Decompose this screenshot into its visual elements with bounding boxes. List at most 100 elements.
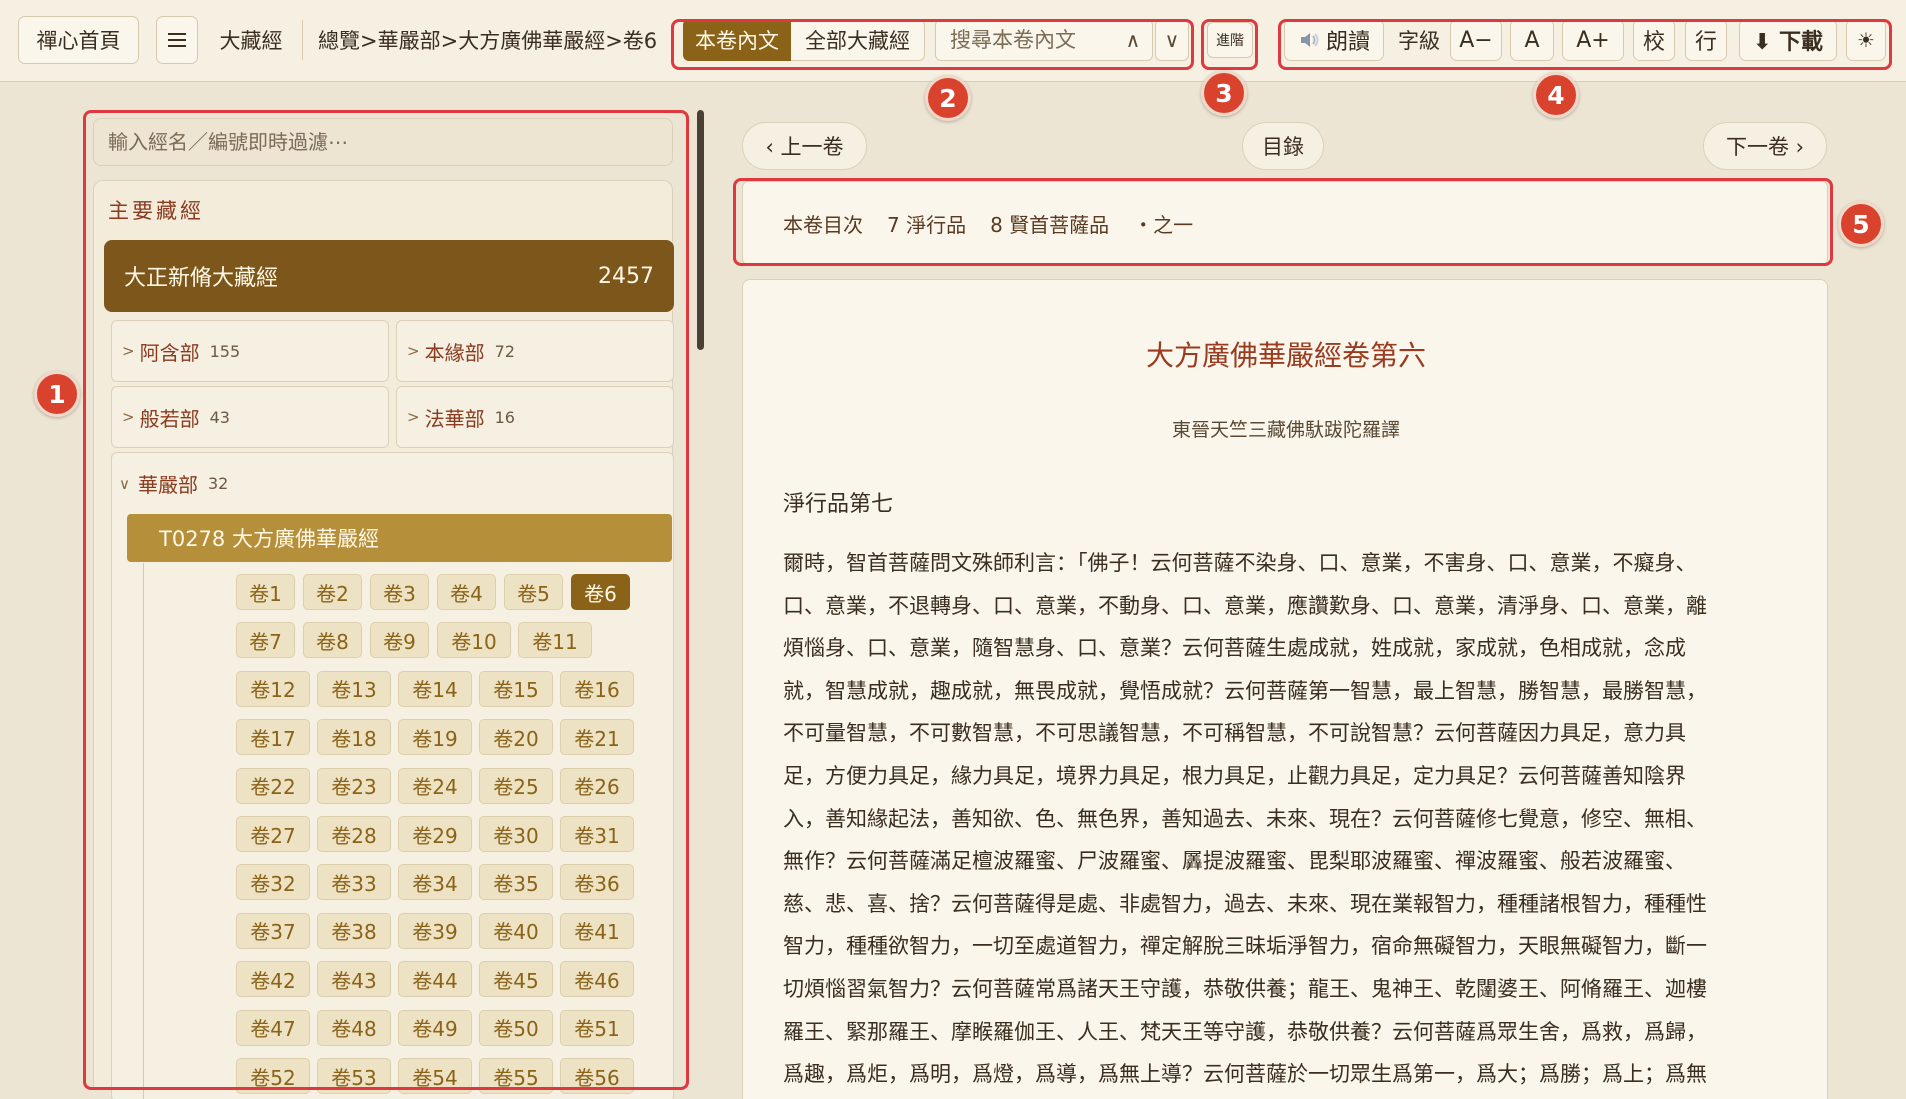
prev-volume-button[interactable]: ‹ 上一卷	[742, 122, 867, 170]
toc-button[interactable]: 目錄	[1242, 122, 1324, 170]
volume-button[interactable]: 卷9	[370, 622, 429, 659]
annotation-badge: 4	[1533, 72, 1579, 118]
volume-button[interactable]: 卷38	[317, 912, 391, 949]
volume-button[interactable]: 卷32	[236, 864, 310, 901]
line-mode-button[interactable]: 行	[1685, 19, 1727, 61]
volume-button[interactable]: 卷5	[504, 574, 563, 610]
scope-all-canon-tab[interactable]: 全部大藏經	[791, 19, 925, 61]
volume-button[interactable]: 卷46	[560, 961, 634, 998]
read-aloud-label: 朗讀	[1325, 30, 1370, 55]
canon-name: 大正新脩大藏經	[124, 266, 279, 291]
volume-button[interactable]: 卷7	[236, 622, 295, 659]
canon-title[interactable]: 大藏經	[215, 16, 287, 64]
search-input[interactable]	[950, 28, 1130, 52]
volume-button[interactable]: 卷53	[317, 1058, 391, 1094]
text-line: 爾時，智首菩薩問文殊師利言：「佛子！云何菩薩不染身、口、意業，不害身、口、意業，…	[783, 551, 1697, 575]
font-larger-button[interactable]: A+	[1562, 19, 1624, 61]
volume-button[interactable]: 卷15	[479, 670, 553, 707]
toc-item-xianshou[interactable]: 8 賢首菩薩品	[990, 209, 1109, 238]
advanced-search-button[interactable]: 進階	[1207, 22, 1253, 58]
translator-line: 東晉天竺三藏佛馱跋陀羅譯	[1171, 419, 1400, 441]
volume-button[interactable]: 卷36	[560, 864, 634, 901]
volume-button[interactable]: 卷55	[479, 1058, 553, 1094]
next-volume-button[interactable]: 下一卷 ›	[1703, 122, 1827, 170]
sutra-item-t0278[interactable]: T0278 大方廣佛華嚴經	[127, 514, 672, 562]
volume-button[interactable]: 卷30	[479, 816, 553, 852]
volume-button[interactable]: 卷1	[236, 574, 295, 610]
category-avatamsaka[interactable]: ∨ 華嚴部 32	[119, 469, 228, 498]
volume-button[interactable]: 卷22	[236, 767, 310, 804]
volume-button[interactable]: 卷16	[560, 670, 634, 707]
category-jataka[interactable]: > 本緣部 72	[396, 320, 674, 382]
section-title: 主要藏經	[108, 199, 204, 223]
volume-button[interactable]: 卷2	[303, 574, 362, 610]
volume-button[interactable]: 卷41	[560, 912, 634, 949]
category-prajna[interactable]: > 般若部 43	[111, 386, 389, 448]
volume-button[interactable]: 卷6	[571, 574, 630, 610]
volume-button[interactable]: 卷33	[317, 864, 391, 901]
category-lotus[interactable]: > 法華部 16	[396, 386, 674, 448]
font-smaller-button[interactable]: A−	[1450, 19, 1502, 61]
volume-button[interactable]: 卷19	[398, 719, 472, 756]
prev-match-button[interactable]: ∧	[1116, 19, 1150, 61]
volume-button[interactable]: 卷35	[479, 864, 553, 901]
volume-button[interactable]: 卷49	[398, 1009, 472, 1046]
canon-item-taisho[interactable]: 大正新脩大藏經 2457	[104, 240, 674, 312]
volume-button[interactable]: 卷45	[479, 961, 553, 998]
volume-button[interactable]: 卷28	[317, 816, 391, 852]
volume-button[interactable]: 卷34	[398, 864, 472, 901]
volume-button[interactable]: 卷24	[398, 767, 472, 804]
volume-button[interactable]: 卷27	[236, 816, 310, 852]
volume-button[interactable]: 卷50	[479, 1009, 553, 1046]
volume-button[interactable]: 卷11	[518, 622, 592, 659]
filter-field[interactable]	[93, 118, 673, 166]
volume-button[interactable]: 卷54	[398, 1058, 472, 1094]
volume-button[interactable]: 卷48	[317, 1009, 391, 1046]
next-match-button[interactable]: ∨	[1155, 19, 1189, 61]
category-agama[interactable]: > 阿含部 155	[111, 320, 389, 382]
volume-button[interactable]: 卷52	[236, 1058, 310, 1094]
volume-button[interactable]: 卷42	[236, 961, 310, 998]
volume-button[interactable]: 卷26	[560, 767, 634, 804]
text-line: 慈、悲、喜、捨？云何菩薩得是處、非處智力，過去、未來、現在業報智力，種種諸根智力…	[783, 891, 1707, 916]
volume-button[interactable]: 卷29	[398, 816, 472, 852]
volume-button[interactable]: 卷39	[398, 912, 472, 949]
volume-button[interactable]: 卷21	[560, 719, 634, 756]
font-reset-button[interactable]: A	[1510, 19, 1554, 61]
toc-item-jingxing[interactable]: 7 淨行品	[887, 209, 966, 238]
category-name: 阿含部	[139, 340, 200, 365]
volume-button[interactable]: 卷56	[560, 1058, 634, 1094]
home-button[interactable]: 禪心首頁	[18, 16, 139, 64]
volume-button[interactable]: 卷43	[317, 961, 391, 998]
volume-button[interactable]: 卷3	[370, 574, 429, 610]
sun-icon[interactable]: ☀	[1846, 19, 1886, 61]
annotation-badge: 1	[34, 371, 80, 417]
toc-item-part-one[interactable]: ・之一	[1133, 209, 1193, 238]
volume-button[interactable]: 卷17	[236, 719, 310, 756]
volume-button[interactable]: 卷37	[236, 912, 310, 949]
volume-button[interactable]: 卷23	[317, 767, 391, 804]
volume-button[interactable]: 卷47	[236, 1009, 310, 1046]
volume-button[interactable]: 卷10	[437, 622, 511, 659]
scope-current-volume-tab[interactable]: 本卷內文	[683, 19, 791, 61]
volume-button[interactable]: 卷40	[479, 912, 553, 949]
download-button[interactable]: ⬇ 下載	[1739, 19, 1837, 61]
volume-button[interactable]: 卷8	[303, 622, 362, 659]
sidebar-scrollbar[interactable]	[697, 110, 704, 350]
volume-button[interactable]: 卷31	[560, 816, 634, 852]
volume-button[interactable]: 卷13	[317, 670, 391, 707]
filter-input[interactable]	[108, 130, 648, 154]
volume-button[interactable]: 卷14	[398, 670, 472, 707]
volume-button[interactable]: 卷51	[560, 1009, 634, 1046]
breadcrumb[interactable]: 總覽>華嚴部>大方廣佛華嚴經>卷6	[318, 16, 660, 64]
volume-button[interactable]: 卷4	[437, 574, 496, 610]
volume-button[interactable]: 卷12	[236, 670, 310, 707]
volume-button[interactable]: 卷25	[479, 767, 553, 804]
read-aloud-button[interactable]: 朗讀	[1284, 19, 1384, 61]
text-line: 就，智慧成就，趣成就，無畏成就，覺悟成就？云何菩薩第一智慧，最上智慧，勝智慧，最…	[783, 678, 1707, 703]
volume-button[interactable]: 卷18	[317, 719, 391, 756]
volume-button[interactable]: 卷44	[398, 961, 472, 998]
collate-button[interactable]: 校	[1633, 19, 1675, 61]
volume-button[interactable]: 卷20	[479, 719, 553, 756]
hamburger-icon[interactable]	[156, 16, 198, 64]
